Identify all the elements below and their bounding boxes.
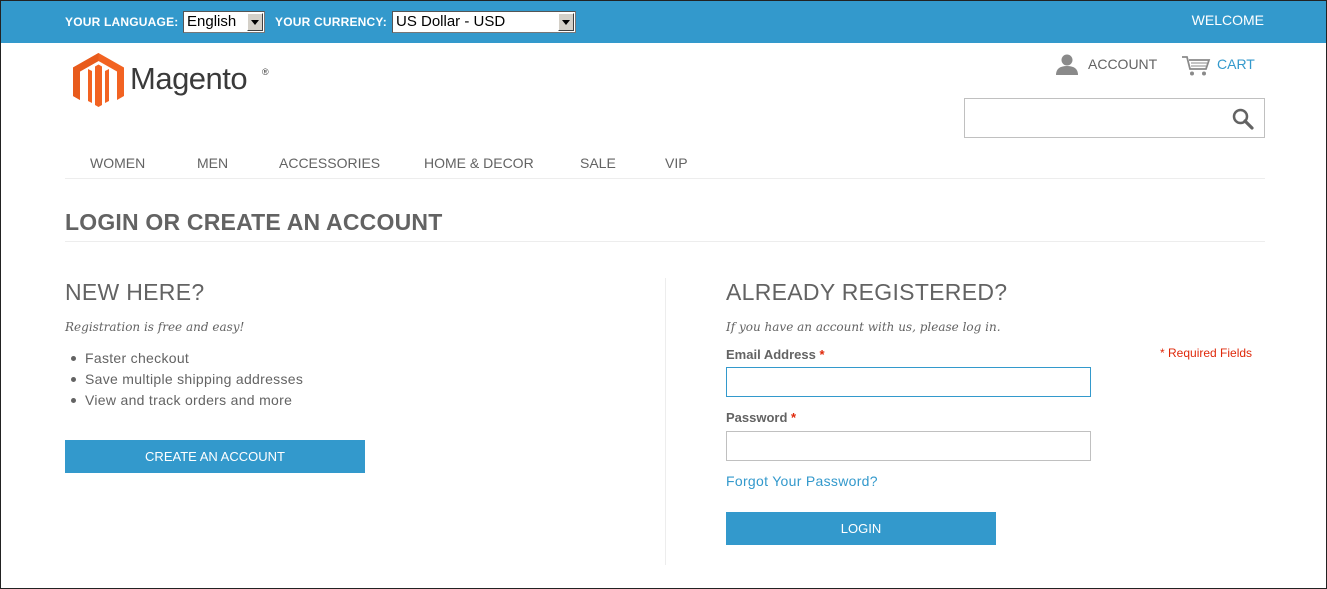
nav-item-women[interactable]: WOMEN [90,155,145,171]
cart-icon[interactable] [1181,55,1211,77]
new-customer-subtitle: Registration is free and easy! [65,320,245,334]
main-navigation: WOMEN MEN ACCESSORIES HOME & DECOR SALE … [65,151,1265,179]
cart-link[interactable]: CART [1217,56,1255,72]
nav-item-vip[interactable]: VIP [665,155,688,171]
nav-item-sale[interactable]: SALE [580,155,616,171]
language-select[interactable]: English [183,11,265,33]
magento-logo-icon[interactable] [73,53,124,110]
logo-registered-mark: ® [262,67,269,77]
nav-item-accessories[interactable]: ACCESSORIES [279,155,380,171]
nav-item-home-decor[interactable]: HOME & DECOR [424,155,534,171]
search-icon[interactable] [1232,108,1254,130]
forgot-password-link[interactable]: Forgot Your Password? [726,473,878,489]
currency-label: YOUR CURRENCY: [275,15,387,29]
column-divider [665,278,666,565]
list-item: View and track orders and more [71,391,303,412]
logo-wordmark[interactable]: Magento [130,61,248,97]
currency-select-value: US Dollar - USD [396,13,506,30]
account-icon[interactable] [1055,54,1079,76]
list-item: Save multiple shipping addresses [71,370,303,391]
search-input[interactable] [964,98,1265,138]
welcome-message: WELCOME [1191,12,1264,28]
password-field[interactable] [726,431,1091,461]
benefits-list: Faster checkout Save multiple shipping a… [71,349,303,412]
nav-item-men[interactable]: MEN [197,155,228,171]
required-fields-note: * Required Fields [1160,346,1253,360]
required-mark: * [791,410,797,425]
account-link[interactable]: ACCOUNT [1088,56,1157,72]
language-label: YOUR LANGUAGE: [65,15,179,29]
dropdown-arrow-icon[interactable] [558,13,574,31]
login-subtitle: If you have an account with us, please l… [726,320,1001,334]
dropdown-arrow-icon[interactable] [247,13,263,31]
password-label-text: Password [726,410,788,425]
email-field[interactable] [726,367,1091,397]
currency-select[interactable]: US Dollar - USD [392,11,576,33]
required-mark: * [819,347,825,362]
language-select-value: English [187,13,237,30]
email-label-text: Email Address [726,347,816,362]
list-item: Faster checkout [71,349,303,370]
login-heading: ALREADY REGISTERED? [726,279,1008,305]
page-title: LOGIN OR CREATE AN ACCOUNT [65,209,1265,242]
email-label: Email Address * [726,347,825,362]
new-customer-heading: NEW HERE? [65,279,205,305]
login-button[interactable]: LOGIN [726,512,996,545]
create-account-button[interactable]: CREATE AN ACCOUNT [65,440,365,473]
password-label: Password * [726,410,796,425]
top-bar: YOUR LANGUAGE: English YOUR CURRENCY: US… [1,1,1326,43]
